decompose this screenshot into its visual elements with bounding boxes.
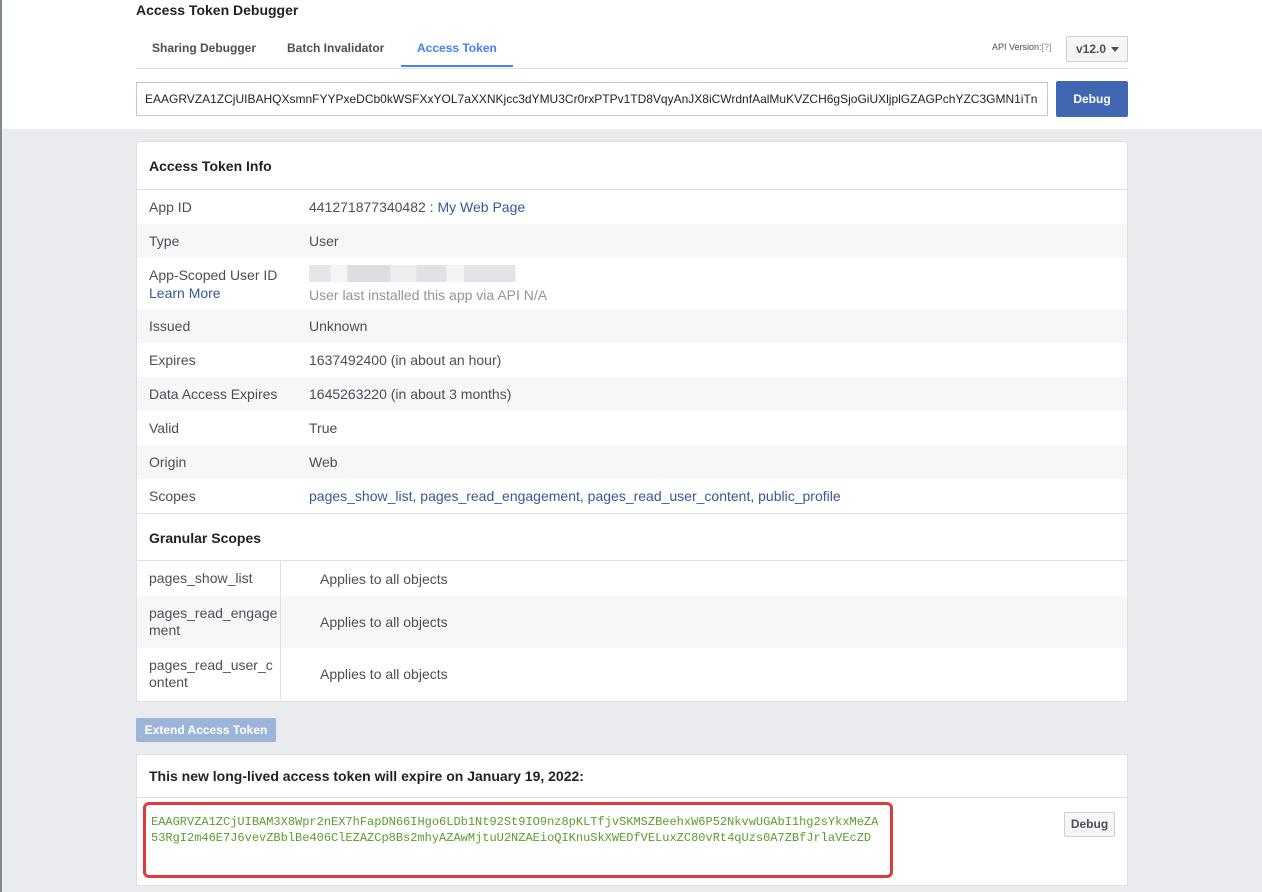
api-version-label: API Version:[?] [992,42,1052,52]
tab-bar: Sharing Debugger Batch Invalidator Acces… [136,30,1128,69]
origin-label: Origin [149,454,187,470]
access-token-info-card: Access Token Info App ID 441271877340482… [136,141,1128,702]
data-expires-value: 1645263220 (in about 3 months) [309,386,512,402]
issued-value: Unknown [309,318,368,334]
help-link[interactable]: [?] [1042,42,1052,52]
access-token-input[interactable] [136,82,1048,116]
window-edge [0,0,2,892]
app-name-link[interactable]: My Web Page [437,199,525,215]
type-value[interactable]: User [298,224,339,258]
debug-button[interactable]: Debug [1056,81,1128,117]
granular-scope-name: pages_read_engagement [137,596,281,648]
api-version-text: API Version: [992,42,1042,52]
row-app-scoped-user-id: App-Scoped User ID Learn More User last … [137,258,1127,309]
long-lived-token-title: This new long-lived access token will ex… [137,755,1127,798]
row-scopes: Scopes pages_show_list, pages_read_engag… [137,479,1127,513]
tab-sharing-debugger[interactable]: Sharing Debugger [136,30,272,67]
issued-label: Issued [149,318,191,334]
learn-more-link[interactable]: Learn More [149,284,298,302]
tab-access-token[interactable]: Access Token [401,30,513,67]
scope-link-pages-read-user-content[interactable]: pages_read_user_content [588,488,751,504]
api-version-value: v12.0 [1076,42,1107,56]
page-title: Access Token Debugger [136,2,299,18]
scoped-user-label: App-Scoped User ID [149,267,278,283]
install-note: User last installed this app via API N/A [309,287,548,303]
api-version-dropdown[interactable]: v12.0 [1066,36,1128,62]
row-expires: Expires 1637492400 (in about an hour) [137,343,1127,377]
access-token-info-title: Access Token Info [137,142,1127,190]
row-type: Type User [137,224,1127,258]
row-app-id: App ID 441271877340482 : My Web Page [137,190,1127,224]
scope-separator: , [579,488,588,504]
granular-row: pages_read_engagement Applies to all obj… [137,596,1127,648]
debug-new-token-button[interactable]: Debug [1064,812,1115,837]
granular-scopes-title: Granular Scopes [137,513,1127,561]
granular-scope-name: pages_read_user_content [137,648,281,700]
origin-value: Web [309,454,338,470]
expires-value: 1637492400 (in about an hour) [309,352,502,368]
tab-batch-invalidator[interactable]: Batch Invalidator [271,30,400,67]
app-id-separator: : [425,199,438,215]
row-issued: Issued Unknown [137,309,1127,343]
scoped-user-label-cell: App-Scoped User ID Learn More [137,258,298,309]
scoped-user-value-cell: User last installed this app via API N/A [298,258,547,309]
row-valid: Valid True [137,411,1127,445]
long-lived-token-card: This new long-lived access token will ex… [136,754,1128,886]
valid-value: True [309,420,338,436]
extend-access-token-button[interactable]: Extend Access Token [136,718,276,742]
scope-separator: , [750,488,759,504]
scopes-label: Scopes [149,488,196,504]
granular-row: pages_show_list Applies to all objects [137,561,1127,596]
row-data-access-expires: Data Access Expires 1645263220 (in about… [137,377,1127,411]
granular-scope-value: Applies to all objects [320,666,448,682]
granular-scope-value: Applies to all objects [320,614,448,630]
valid-label: Valid [149,420,180,436]
app-id-label: App ID [149,199,192,215]
type-label: Type [149,233,180,249]
app-id-number: 441271877340482 [309,199,426,215]
scope-link-pages-read-engagement[interactable]: pages_read_engagement [420,488,580,504]
expires-label: Expires [149,352,196,368]
app-id-value: 441271877340482 : My Web Page [298,190,525,224]
row-origin: Origin Web [137,445,1127,479]
long-lived-token-text[interactable]: EAAGRVZA1ZCjUIBAM3X8Wpr2nEX7hFapDN66IHgo… [143,802,893,878]
scope-link-public-profile[interactable]: public_profile [758,488,841,504]
redacted-user-id [309,265,524,282]
caret-down-icon [1111,47,1120,53]
granular-scope-name: pages_show_list [137,561,281,596]
granular-row: pages_read_user_content Applies to all o… [137,648,1127,700]
scope-link-pages-show-list[interactable]: pages_show_list [309,488,413,504]
data-expires-label: Data Access Expires [149,386,278,402]
scopes-value: pages_show_list, pages_read_engagement, … [298,479,841,513]
granular-scope-value: Applies to all objects [320,570,448,587]
